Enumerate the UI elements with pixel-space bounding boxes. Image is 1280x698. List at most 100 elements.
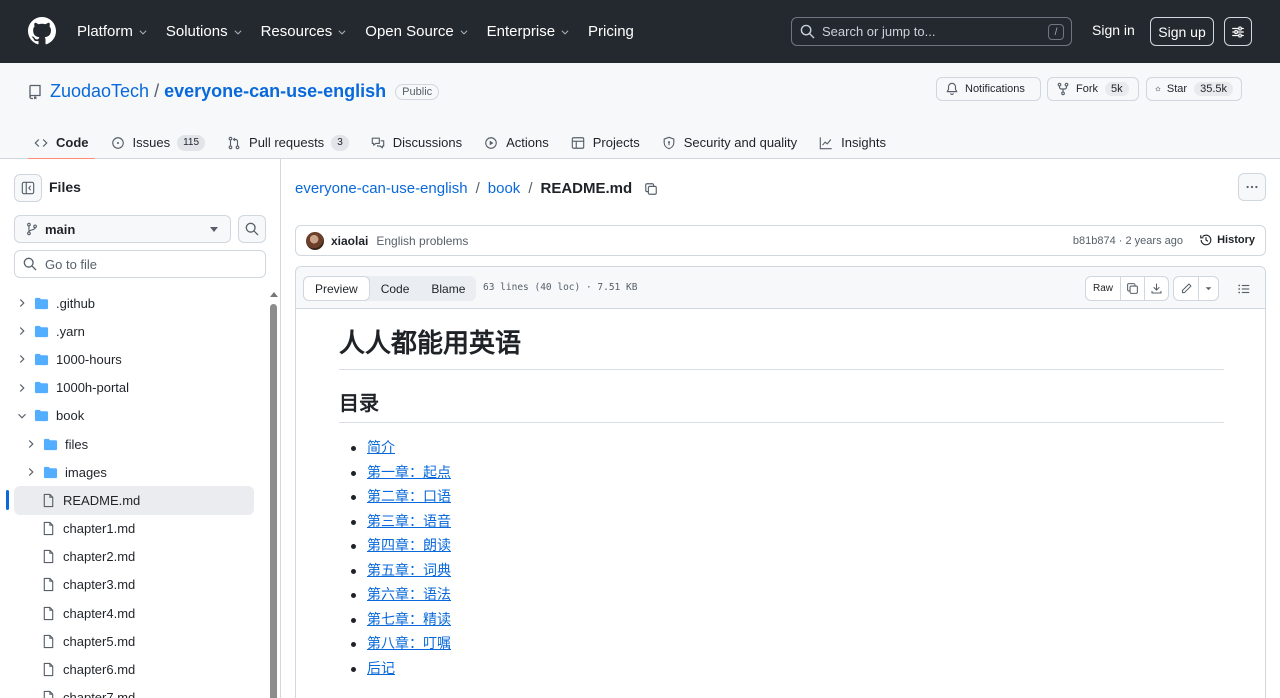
tree-file-item[interactable]: chapter3.md (14, 571, 254, 599)
copy-path-icon[interactable] (644, 182, 658, 196)
chevron-down-icon (139, 29, 147, 35)
repo-owner-link[interactable]: ZuodaoTech (50, 81, 149, 102)
star-label: Star (1166, 83, 1188, 95)
repo-name-link[interactable]: everyone-can-use-english (164, 81, 386, 102)
tree-file-item[interactable]: chapter5.md (14, 627, 254, 655)
tree-file-item[interactable]: chapter1.md (14, 515, 254, 543)
readme-toc-list: 简介第一章：起点 第二章：口语 第三章：语音 第四章：朗读 第五章：词典 第六章：语法 第七… (339, 438, 1224, 683)
fork-button[interactable]: Fork 5k (1047, 77, 1139, 101)
sign-in-link[interactable]: Sign in (1092, 22, 1135, 38)
toc-link[interactable]: 第七章：精读 (367, 612, 451, 628)
collapse-sidebar-button[interactable] (14, 174, 42, 202)
toc-link[interactable]: 第六章：语法 (367, 587, 451, 603)
tab-code[interactable]: Code (370, 276, 421, 301)
topnav-item-solutions[interactable]: Solutions (166, 23, 243, 40)
toc-link[interactable]: 简介 (367, 440, 395, 456)
folder-icon (43, 438, 58, 450)
toc-item: 第三章：语音 (349, 512, 1224, 537)
toc-link[interactable]: 第八章：叮嘱 (367, 636, 451, 652)
history-button[interactable]: History (1199, 233, 1255, 247)
tree-folder-item[interactable]: 1000-hours (14, 345, 254, 373)
toc-link[interactable]: 第五章：词典 (367, 563, 451, 579)
tab-issues[interactable]: Issues 115 (105, 126, 212, 159)
chevron-right-icon (19, 355, 25, 364)
topnav-item-enterprise[interactable]: Enterprise (487, 23, 570, 40)
shield-icon (663, 136, 675, 149)
edit-options-dropdown[interactable] (1198, 277, 1218, 300)
topnav-item-label: Resources (260, 23, 333, 40)
go-to-file-input[interactable]: Go to file (14, 250, 266, 278)
tab-discussions[interactable]: Discussions (365, 126, 468, 159)
sign-up-button[interactable]: Sign up (1150, 17, 1214, 46)
sidebar-scrollbar-thumb[interactable] (270, 304, 277, 698)
download-button[interactable] (1144, 277, 1168, 300)
folder-icon (34, 353, 49, 366)
table-icon (571, 136, 585, 149)
breadcrumb: everyone-can-use-english / book / README… (295, 180, 658, 197)
appearance-menu-button[interactable] (1224, 17, 1252, 46)
breadcrumb-repo-link[interactable]: everyone-can-use-english (295, 180, 468, 197)
tree-folder-item[interactable]: files (14, 430, 254, 458)
toc-link[interactable]: 后记 (367, 661, 395, 677)
avatar[interactable] (306, 231, 324, 250)
toc-link[interactable]: 第一章：起点 (367, 465, 451, 481)
search-input[interactable]: Search or jump to... / (791, 17, 1072, 46)
tree-file-item[interactable]: chapter6.md (14, 655, 254, 683)
raw-button[interactable]: Raw (1086, 277, 1120, 300)
scroll-up-arrow-icon[interactable] (270, 292, 278, 297)
toc-link[interactable]: 第二章：口语 (367, 489, 451, 505)
tree-item-label: chapter4.md (63, 605, 136, 621)
topnav-item-resources[interactable]: Resources (261, 23, 348, 40)
topnav-item-pricing[interactable]: Pricing (588, 23, 634, 40)
file-icon (43, 662, 54, 677)
tab-actions[interactable]: Actions (478, 126, 555, 159)
chevron-right-icon (28, 440, 34, 448)
more-options-button[interactable] (1238, 173, 1266, 201)
notifications-button[interactable]: Notifications (936, 77, 1041, 101)
tree-folder-item[interactable]: .yarn (14, 317, 254, 345)
tree-file-item[interactable]: chapter2.md (14, 543, 254, 571)
chevron-down-icon (234, 29, 242, 35)
tab-insights[interactable]: Insights (813, 126, 892, 159)
tab-code[interactable]: Code (28, 126, 95, 160)
commit-hash-and-date[interactable]: b81b874 · 2 years ago (1073, 235, 1183, 247)
edit-file-button[interactable] (1174, 277, 1198, 300)
folder-icon (34, 325, 49, 337)
tab-blame[interactable]: Blame (420, 276, 476, 301)
copy-raw-button[interactable] (1120, 277, 1144, 300)
star-count: 35.5k (1194, 82, 1233, 96)
latest-commit-bar: xiaolai English problems b81b874 · 2 yea… (295, 225, 1266, 256)
tree-folder-item[interactable]: book (14, 402, 254, 430)
triangle-down-icon (1205, 287, 1212, 291)
breadcrumb-folder-link[interactable]: book (488, 180, 521, 197)
search-files-button[interactable] (238, 215, 266, 243)
folder-icon (43, 466, 58, 478)
star-button[interactable]: Star 35.5k (1146, 77, 1242, 101)
tree-file-item[interactable]: README.md (6, 486, 254, 515)
fork-count: 5k (1105, 82, 1129, 96)
topnav-item-label: Enterprise (486, 23, 556, 40)
github-logo-icon[interactable] (28, 17, 56, 45)
branch-selector[interactable]: main (14, 215, 231, 243)
commit-author-link[interactable]: xiaolai (331, 234, 368, 248)
topnav-item-platform[interactable]: Platform (77, 23, 148, 40)
tree-folder-item[interactable]: images (14, 458, 254, 486)
tree-folder-item[interactable]: .github (14, 289, 254, 317)
toc-link[interactable]: 第四章：朗读 (367, 538, 451, 554)
topnav-item-label: Pricing (588, 23, 634, 40)
tree-file-item[interactable]: chapter4.md (14, 599, 254, 627)
tab-projects[interactable]: Projects (565, 126, 646, 159)
tab-preview[interactable]: Preview (303, 276, 370, 301)
commit-message-link[interactable]: English problems (376, 234, 468, 248)
tab-label: Actions (506, 135, 549, 150)
outline-button[interactable] (1231, 276, 1256, 301)
tree-item-label: 1000h-portal (56, 380, 129, 396)
tab-security-and-quality[interactable]: Security and quality (656, 126, 803, 159)
topnav-item-open-source[interactable]: Open Source (365, 23, 468, 40)
sliders-icon (1232, 25, 1244, 38)
tree-file-item[interactable]: chapter7.md (14, 684, 254, 698)
repo-title-separator: / (154, 81, 160, 101)
tab-pull-requests[interactable]: Pull requests 3 (221, 126, 355, 159)
tree-folder-item[interactable]: 1000h-portal (14, 374, 254, 402)
toc-link[interactable]: 第三章：语音 (367, 514, 451, 530)
